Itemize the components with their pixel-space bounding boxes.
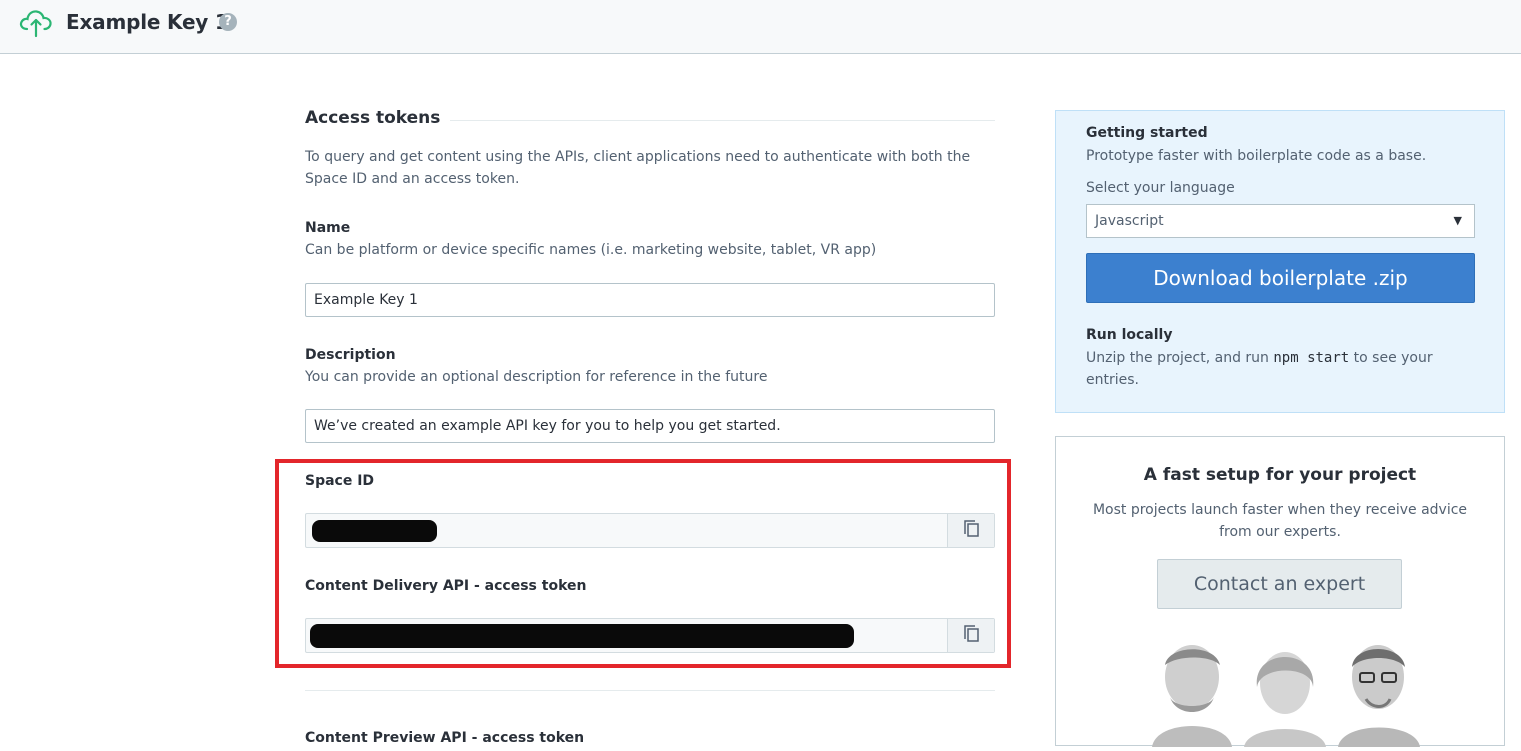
npm-start-command: npm start bbox=[1273, 350, 1350, 366]
name-label: Name bbox=[305, 220, 351, 236]
cloud-upload-icon bbox=[19, 10, 52, 38]
getting-started-title: Getting started bbox=[1086, 125, 1208, 141]
highlight-box bbox=[275, 459, 1011, 668]
access-tokens-heading: Access tokens bbox=[305, 108, 451, 128]
section-divider bbox=[305, 690, 995, 691]
contact-expert-button[interactable]: Contact an expert bbox=[1157, 559, 1402, 609]
top-bar: Example Key 1 ? bbox=[0, 0, 1521, 54]
download-boilerplate-button[interactable]: Download boilerplate .zip bbox=[1086, 253, 1475, 303]
language-label: Select your language bbox=[1086, 180, 1235, 196]
name-hint: Can be platform or device specific names… bbox=[305, 242, 877, 258]
page-title: Example Key 1 bbox=[66, 10, 229, 34]
getting-started-panel: Getting started Prototype faster with bo… bbox=[1055, 110, 1505, 413]
expert-text: Most projects launch faster when they re… bbox=[1092, 502, 1468, 540]
expert-panel: A fast setup for your project Most proje… bbox=[1055, 436, 1505, 747]
run-locally-title: Run locally bbox=[1086, 327, 1173, 343]
section-heading: Access tokens bbox=[305, 108, 995, 132]
name-input[interactable]: Example Key 1 bbox=[305, 283, 995, 317]
expert-title: A fast setup for your project bbox=[1143, 465, 1417, 485]
cpa-token-label: Content Preview API - access token bbox=[305, 730, 585, 746]
intro-text: To query and get content using the APIs,… bbox=[305, 149, 971, 187]
experts-photo bbox=[1152, 645, 1420, 747]
run-locally-text: Unzip the project, and run npm start to … bbox=[1086, 350, 1433, 388]
description-input[interactable]: We’ve created an example API key for you… bbox=[305, 409, 995, 443]
language-value: Javascript bbox=[1095, 213, 1164, 229]
description-hint: You can provide an optional description … bbox=[305, 369, 768, 385]
getting-started-subtitle: Prototype faster with boilerplate code a… bbox=[1086, 148, 1427, 164]
chevron-down-icon: ▼ bbox=[1453, 214, 1462, 227]
description-label: Description bbox=[305, 347, 396, 363]
help-icon[interactable]: ? bbox=[219, 13, 237, 31]
language-select[interactable]: Javascript ▼ bbox=[1086, 204, 1475, 238]
